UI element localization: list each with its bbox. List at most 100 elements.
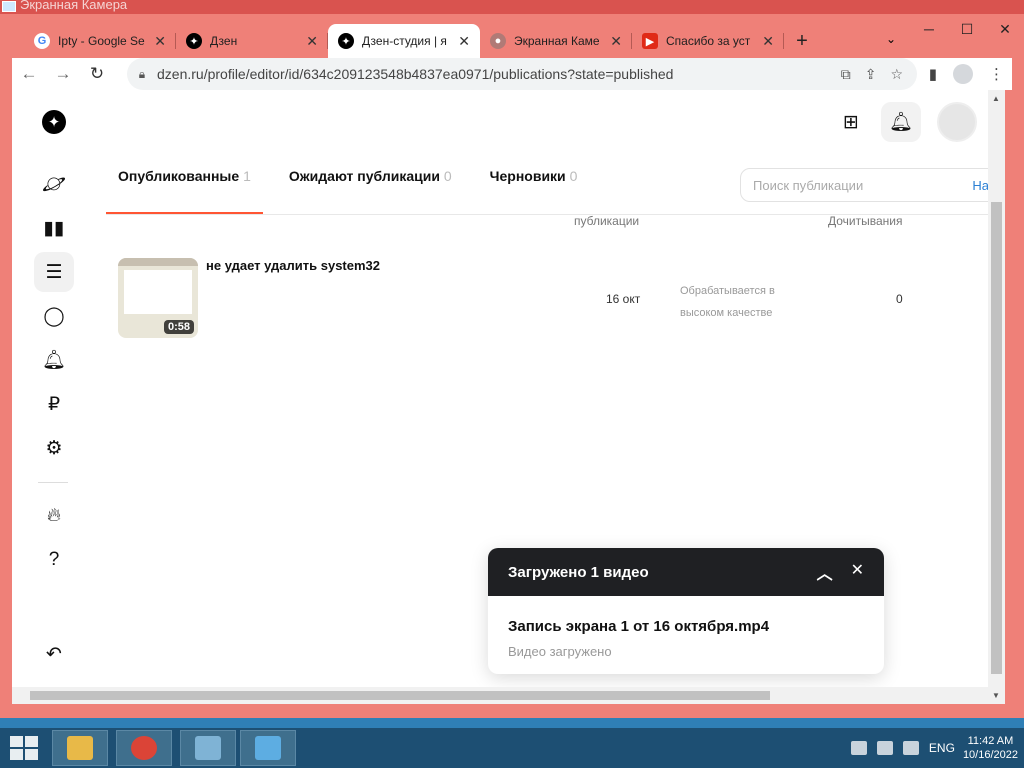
lock-icon[interactable]: 🔒︎	[127, 67, 157, 82]
translate-icon[interactable]: ⧉	[841, 66, 851, 83]
new-tab-button[interactable]: +	[784, 24, 820, 58]
sidebar-divider	[38, 482, 68, 483]
browser-toolbar: ← → ↻ 🔒︎ dzen.ru/profile/editor/id/634c2…	[12, 58, 1012, 90]
control-panel-icon[interactable]	[180, 730, 236, 766]
file-explorer-icon[interactable]	[52, 730, 108, 766]
share-icon[interactable]: ⇪	[865, 66, 877, 83]
scroll-thumb[interactable]	[991, 202, 1002, 674]
flag-icon[interactable]	[902, 741, 919, 755]
toast-header: Загружено 1 видео ︿ ✕	[488, 548, 884, 596]
browser-tab[interactable]: ✦ Дзен ✕	[176, 24, 328, 58]
top-actions: ⊞ 🔔︎	[831, 102, 977, 142]
scroll-up-icon[interactable]: ▲	[992, 94, 1000, 103]
dzen-icon: ✦	[186, 33, 202, 49]
clock-time: 11:42 AM	[967, 735, 1014, 747]
reload-icon[interactable]: ↻	[80, 58, 114, 90]
close-icon[interactable]: ✕	[306, 33, 318, 50]
profile-icon[interactable]	[953, 64, 973, 84]
uploaded-file-name: Запись экрана 1 от 16 октября.mp4	[508, 618, 770, 635]
ruble-icon[interactable]: ₽	[34, 384, 74, 424]
tab-label: Экранная Каме	[514, 34, 600, 48]
volume-muted-icon[interactable]	[850, 741, 867, 755]
scroll-thumb[interactable]	[30, 691, 770, 700]
tab-label: Черновики	[489, 168, 566, 184]
close-icon[interactable]: ✕	[851, 560, 864, 584]
sidebar: ✦ 🪐︎ ▮▮ ☰ ◯ 🔔︎ ₽ ⚙ 🔥︎ ? ↶	[12, 90, 92, 704]
start-button-icon[interactable]	[10, 736, 38, 760]
fire-icon[interactable]: 🔥︎	[34, 496, 74, 536]
tab-pending[interactable]: Ожидают публикации 0	[277, 160, 464, 214]
publication-status: Обрабатывается в высоком качестве	[680, 280, 800, 324]
outer-window-title: Экранная Камера	[20, 0, 128, 12]
maximize-icon[interactable]: ☐	[948, 14, 986, 44]
browser-tab-active[interactable]: ✦ Дзен-студия | я ✕	[328, 24, 480, 58]
browser-window: ─ ☐ ✕ G Ipty - Google Se ✕ ✦ Дзен ✕ ✦ Дз…	[0, 14, 1024, 718]
publication-tabs: Опубликованные 1 Ожидают публикации 0 Че…	[106, 160, 603, 214]
horizontal-scrollbar[interactable]	[12, 687, 988, 704]
dzen-icon: ✦	[338, 33, 354, 49]
upload-status: Видео загружено	[508, 644, 612, 659]
scroll-down-icon[interactable]: ▼	[992, 691, 1000, 700]
search-placeholder: Поиск публикации	[753, 177, 864, 193]
address-bar[interactable]: 🔒︎ dzen.ru/profile/editor/id/634c2091235…	[127, 58, 917, 90]
thumbnail-window	[124, 270, 192, 314]
thumbnail-titlebar	[118, 258, 198, 266]
status-line: высоком качестве	[680, 307, 773, 319]
browser-tab[interactable]: ● Экранная Каме ✕	[480, 24, 632, 58]
tab-label: Дзен-студия | я	[362, 34, 447, 48]
tab-count: 1	[243, 168, 251, 184]
publication-date: 16 окт	[606, 292, 641, 306]
taskbar: ENG 11:42 AM 10/16/2022	[0, 728, 1024, 768]
close-icon[interactable]: ✕	[458, 33, 470, 50]
toast-controls: ︿ ✕	[817, 560, 884, 584]
network-icon[interactable]	[876, 741, 893, 755]
minimize-icon[interactable]: ─	[910, 14, 948, 44]
column-header-reads: Дочитывания	[828, 214, 903, 228]
help-icon[interactable]: ?	[34, 540, 74, 580]
close-icon[interactable]: ✕	[154, 33, 166, 50]
bookmark-star-icon[interactable]: ☆	[890, 66, 903, 83]
create-plus-icon[interactable]: ⊞	[831, 102, 871, 142]
notifications-bell-icon[interactable]: 🔔︎	[881, 102, 921, 142]
side-panel-icon[interactable]: ▮	[929, 65, 937, 83]
tab-strip: G Ipty - Google Se ✕ ✦ Дзен ✕ ✦ Дзен-сту…	[24, 24, 820, 58]
collapse-chevron-icon[interactable]: ︿	[817, 560, 833, 584]
publication-title[interactable]: не удает удалить system32	[206, 258, 380, 273]
vertical-scrollbar[interactable]: ▲ ▼	[988, 90, 1005, 704]
browser-tab[interactable]: G Ipty - Google Se ✕	[24, 24, 176, 58]
search-button[interactable]: На	[972, 178, 989, 193]
avatar[interactable]	[937, 102, 977, 142]
tab-search-icon[interactable]: ⌄	[886, 32, 896, 46]
bell-icon[interactable]: 🔔︎	[34, 340, 74, 380]
dzen-logo-icon[interactable]: ✦	[42, 110, 66, 134]
publications-icon[interactable]: ☰	[34, 252, 74, 292]
back-arrow-icon[interactable]: ↶	[34, 634, 74, 674]
clock[interactable]: 11:42 AM 10/16/2022	[963, 734, 1018, 762]
tab-drafts[interactable]: Черновики 0	[478, 160, 590, 214]
video-thumbnail[interactable]: 0:58	[118, 258, 198, 338]
tab-label: Ожидают публикации	[288, 168, 440, 184]
search-input[interactable]: Поиск публикации На	[740, 168, 1005, 202]
stats-icon[interactable]: ▮▮	[34, 208, 74, 248]
tab-label: Ipty - Google Se	[58, 34, 145, 48]
video-duration: 0:58	[163, 320, 194, 334]
planet-icon[interactable]: 🪐︎	[34, 164, 74, 204]
close-icon[interactable]: ✕	[610, 33, 622, 50]
browser-tab[interactable]: ▶ Спасибо за уст ✕	[632, 24, 784, 58]
menu-icon[interactable]: ⋮	[989, 65, 1004, 83]
forward-icon[interactable]: →	[46, 58, 80, 90]
comments-icon[interactable]: ◯	[34, 296, 74, 336]
tab-published[interactable]: Опубликованные 1	[106, 160, 263, 214]
computer-icon[interactable]	[240, 730, 296, 766]
url-text[interactable]: dzen.ru/profile/editor/id/634c209123548b…	[157, 66, 841, 82]
app-icon	[2, 1, 16, 12]
back-icon[interactable]: ←	[12, 58, 46, 90]
language-indicator[interactable]: ENG	[929, 741, 955, 755]
youtube-icon: ▶	[642, 33, 658, 49]
close-icon[interactable]: ✕	[762, 33, 774, 50]
close-icon[interactable]: ✕	[986, 14, 1024, 44]
tab-count: 0	[443, 168, 452, 184]
chrome-icon[interactable]	[116, 730, 172, 766]
settings-gear-icon[interactable]: ⚙	[34, 428, 74, 468]
toast-title: Загружено 1 видео	[508, 563, 649, 581]
